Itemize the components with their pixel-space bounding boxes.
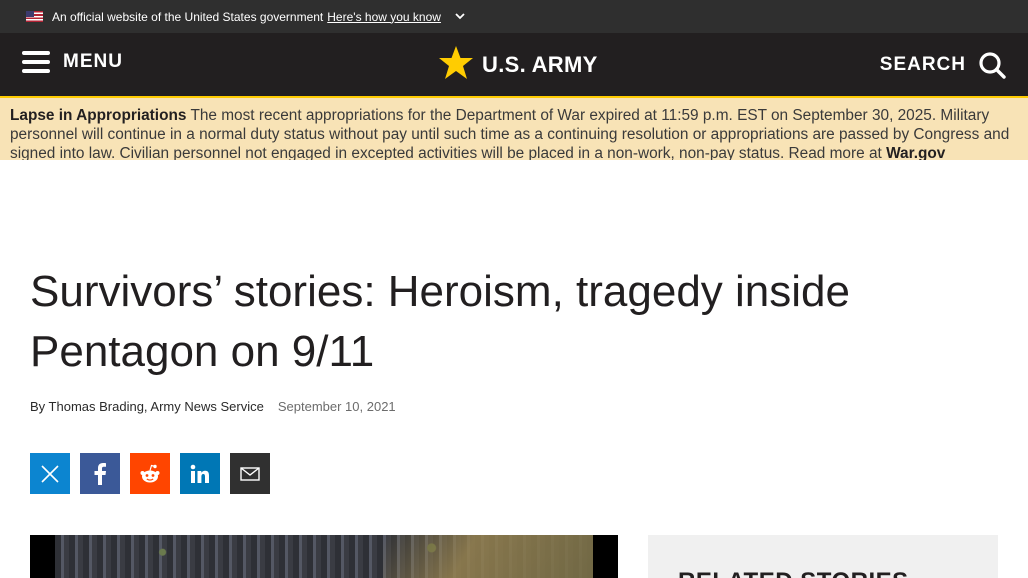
share-email-button[interactable] bbox=[230, 453, 270, 494]
hamburger-icon bbox=[22, 51, 50, 73]
army-logo[interactable]: U.S. ARMY bbox=[437, 45, 598, 81]
appropriations-alert: Lapse in Appropriations The most recent … bbox=[0, 98, 1028, 160]
author: By Thomas Brading, Army News Service bbox=[30, 399, 264, 414]
linkedin-icon bbox=[190, 464, 209, 483]
share-facebook-button[interactable] bbox=[80, 453, 120, 494]
chevron-down-icon[interactable] bbox=[453, 10, 467, 24]
x-icon bbox=[41, 464, 59, 483]
email-icon bbox=[240, 466, 260, 481]
search-icon bbox=[979, 52, 1006, 79]
article-byline: By Thomas Brading, Army News Service Sep… bbox=[30, 399, 396, 414]
facebook-icon bbox=[94, 462, 106, 485]
hero-image-container bbox=[30, 535, 618, 578]
official-gov-banner: An official website of the United States… bbox=[0, 0, 1028, 33]
alert-title: Lapse in Appropriations bbox=[10, 107, 187, 124]
search-button[interactable]: SEARCH bbox=[880, 51, 1006, 79]
menu-label: MENU bbox=[63, 51, 123, 72]
share-linkedin-button[interactable] bbox=[180, 453, 220, 494]
related-stories-heading: RELATED STORIES bbox=[678, 568, 998, 578]
how-you-know-link[interactable]: Here's how you know bbox=[327, 10, 441, 24]
reddit-icon bbox=[140, 464, 160, 482]
site-header: MENU U.S. ARMY SEARCH bbox=[0, 33, 1028, 98]
search-label: SEARCH bbox=[879, 54, 966, 75]
army-star-icon bbox=[439, 46, 473, 79]
share-reddit-button[interactable] bbox=[130, 453, 170, 494]
pentagon-aerial-photo[interactable] bbox=[55, 535, 593, 578]
us-flag-icon bbox=[26, 11, 43, 22]
publish-date: September 10, 2021 bbox=[277, 399, 396, 414]
gov-banner-text: An official website of the United States… bbox=[52, 9, 324, 24]
war-gov-link[interactable]: War.gov bbox=[886, 145, 945, 160]
menu-button[interactable]: MENU bbox=[22, 51, 123, 73]
share-x-button[interactable] bbox=[30, 453, 70, 494]
article-title: Survivors’ stories: Heroism, tragedy ins… bbox=[30, 267, 850, 376]
logo-text: U.S. ARMY bbox=[482, 52, 598, 77]
related-stories-panel: RELATED STORIES bbox=[648, 535, 998, 578]
share-buttons bbox=[30, 453, 280, 494]
